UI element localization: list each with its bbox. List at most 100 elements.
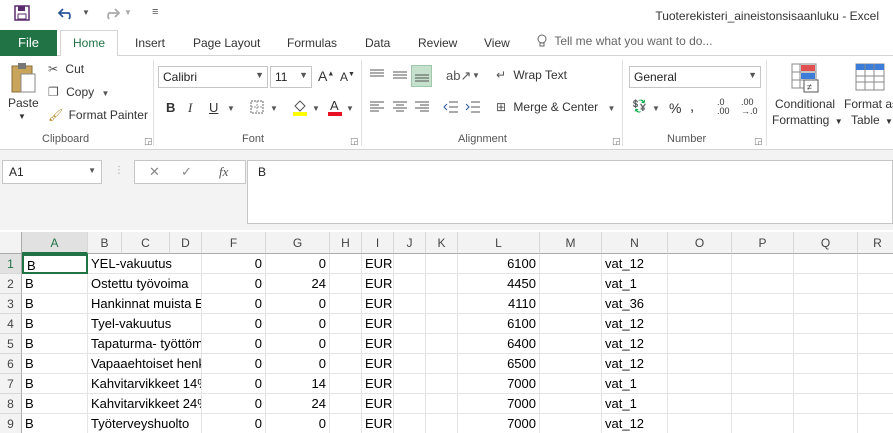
orientation-dropdown-icon[interactable]: ▼ xyxy=(472,71,480,80)
grid-cell[interactable] xyxy=(394,314,426,334)
column-header-r[interactable]: R xyxy=(858,232,893,254)
cell-g[interactable]: 0 xyxy=(266,414,330,433)
cell-b[interactable]: Kahvitarvikkeet 14% xyxy=(88,374,202,394)
percent-icon[interactable]: % xyxy=(669,100,681,116)
grid-cell[interactable] xyxy=(668,354,732,374)
cell-n[interactable]: vat_12 xyxy=(602,314,668,334)
grid-cell[interactable] xyxy=(540,334,602,354)
grid-cell[interactable] xyxy=(394,354,426,374)
cell-b[interactable]: Ostettu työvoima xyxy=(88,274,202,294)
column-header-j[interactable]: J xyxy=(394,232,426,254)
grid-cell[interactable] xyxy=(858,254,893,274)
grid-cell[interactable] xyxy=(858,274,893,294)
grid-cell[interactable] xyxy=(426,414,458,433)
decrease-indent-icon[interactable] xyxy=(443,100,459,117)
column-header-q[interactable]: Q xyxy=(794,232,858,254)
grid-cell[interactable] xyxy=(732,414,794,433)
borders-icon[interactable] xyxy=(250,100,264,117)
decrease-font-icon[interactable]: A▼ xyxy=(340,70,355,84)
cell-i[interactable]: EUR xyxy=(362,414,394,433)
underline-dropdown-icon[interactable]: ▼ xyxy=(227,104,235,113)
cancel-icon[interactable]: ✕ xyxy=(149,164,160,180)
merge-center-button[interactable]: ⊞ Merge & Center ▼ xyxy=(496,100,615,114)
grid-cell[interactable] xyxy=(394,254,426,274)
grid-cell[interactable] xyxy=(858,334,893,354)
format-as-table-label-2[interactable]: Table ▼ xyxy=(851,113,893,127)
grid-cell[interactable] xyxy=(394,274,426,294)
align-left-icon[interactable] xyxy=(369,100,385,117)
grid-cell[interactable] xyxy=(330,274,362,294)
grid-cell[interactable] xyxy=(732,314,794,334)
font-color-dropdown-icon[interactable]: ▼ xyxy=(346,104,354,113)
cell-g[interactable]: 0 xyxy=(266,294,330,314)
grid-cell[interactable] xyxy=(540,394,602,414)
cell-i[interactable]: EUR xyxy=(362,314,394,334)
grid-cell[interactable] xyxy=(732,274,794,294)
customize-toolbar-icon[interactable]: ≡ xyxy=(152,6,158,18)
fill-color-dropdown-icon[interactable]: ▼ xyxy=(312,104,320,113)
grid-cell[interactable] xyxy=(540,314,602,334)
cell-g[interactable]: 24 xyxy=(266,274,330,294)
increase-font-icon[interactable]: A▲ xyxy=(318,68,334,84)
grid-cell[interactable] xyxy=(426,394,458,414)
grid-cell[interactable] xyxy=(668,414,732,433)
align-bottom-icon[interactable] xyxy=(411,65,432,87)
cell-g[interactable]: 14 xyxy=(266,374,330,394)
cell-a[interactable]: B xyxy=(22,294,88,314)
merge-dropdown-icon[interactable]: ▼ xyxy=(607,104,615,113)
grid-cell[interactable] xyxy=(794,314,858,334)
grid-cell[interactable] xyxy=(540,274,602,294)
grid-cell[interactable] xyxy=(732,254,794,274)
cell-l[interactable]: 4450 xyxy=(458,274,540,294)
bold-button[interactable]: B xyxy=(166,100,175,115)
cell-n[interactable]: vat_1 xyxy=(602,374,668,394)
grid-cell[interactable] xyxy=(394,334,426,354)
column-header-b[interactable]: B xyxy=(88,232,122,254)
column-header-k[interactable]: K xyxy=(426,232,458,254)
cell-b[interactable]: Vapaaehtoiset henkil xyxy=(88,354,202,374)
column-header-l[interactable]: L xyxy=(458,232,540,254)
grid-cell[interactable] xyxy=(426,334,458,354)
cell-i[interactable]: EUR xyxy=(362,294,394,314)
insert-function-icon[interactable]: fx xyxy=(219,164,228,180)
row-header[interactable]: 8 xyxy=(0,394,22,414)
conditional-formatting-label[interactable]: Conditional xyxy=(775,97,835,111)
column-header-c[interactable]: C xyxy=(122,232,170,254)
number-launcher-icon[interactable]: ◲ xyxy=(754,136,763,147)
grid-cell[interactable] xyxy=(540,294,602,314)
grid-cell[interactable] xyxy=(858,414,893,433)
cell-b[interactable]: YEL-vakuutus xyxy=(88,254,202,274)
grid-cell[interactable] xyxy=(858,354,893,374)
grid-cell[interactable] xyxy=(668,294,732,314)
cell-g[interactable]: 0 xyxy=(266,354,330,374)
cell-i[interactable]: EUR xyxy=(362,274,394,294)
wrap-text-button[interactable]: ↵ Wrap Text xyxy=(496,68,567,82)
grid-cell[interactable] xyxy=(794,354,858,374)
cell-f[interactable]: 0 xyxy=(202,374,266,394)
cell-n[interactable]: vat_12 xyxy=(602,254,668,274)
paste-dropdown-icon[interactable]: ▼ xyxy=(18,112,26,121)
grid-cell[interactable] xyxy=(330,394,362,414)
font-name-select[interactable]: Calibri ▼ xyxy=(158,66,268,88)
fill-color-icon[interactable] xyxy=(292,98,308,119)
grid-cell[interactable] xyxy=(732,354,794,374)
grid-cell[interactable] xyxy=(732,374,794,394)
cell-l[interactable]: 6500 xyxy=(458,354,540,374)
grid-cell[interactable] xyxy=(668,334,732,354)
cell-n[interactable]: vat_1 xyxy=(602,394,668,414)
grid-cell[interactable] xyxy=(330,314,362,334)
cell-a[interactable]: B xyxy=(22,374,88,394)
cell-l[interactable]: 7000 xyxy=(458,414,540,433)
cell-f[interactable]: 0 xyxy=(202,254,266,274)
cell-b[interactable]: Hankinnat muista EU- xyxy=(88,294,202,314)
borders-dropdown-icon[interactable]: ▼ xyxy=(270,104,278,113)
cell-n[interactable]: vat_1 xyxy=(602,274,668,294)
grid-cell[interactable] xyxy=(668,274,732,294)
grid-cell[interactable] xyxy=(426,314,458,334)
underline-button[interactable]: U xyxy=(209,100,218,115)
row-header[interactable]: 7 xyxy=(0,374,22,394)
column-header-a[interactable]: A xyxy=(22,232,88,254)
cut-button[interactable]: ✂ Cut xyxy=(48,62,84,76)
tab-insert[interactable]: Insert xyxy=(135,36,165,50)
row-header[interactable]: 9 xyxy=(0,414,22,433)
